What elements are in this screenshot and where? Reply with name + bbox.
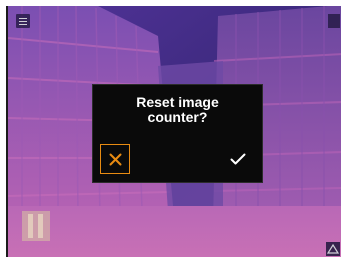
dialog-title: Reset image counter?: [136, 94, 219, 125]
warning-icon: [326, 243, 340, 254]
status-indicator: [328, 14, 340, 28]
reset-counter-dialog: Reset image counter?: [92, 84, 263, 183]
menu-button[interactable]: [16, 14, 30, 28]
check-icon: [230, 153, 246, 165]
menu-icon-line: [19, 20, 27, 22]
confirm-button[interactable]: [223, 144, 253, 174]
close-icon: [109, 153, 122, 166]
corner-button[interactable]: [326, 242, 340, 256]
menu-icon-line: [19, 23, 27, 25]
cancel-button[interactable]: [100, 144, 130, 174]
menu-icon-line: [19, 17, 27, 19]
